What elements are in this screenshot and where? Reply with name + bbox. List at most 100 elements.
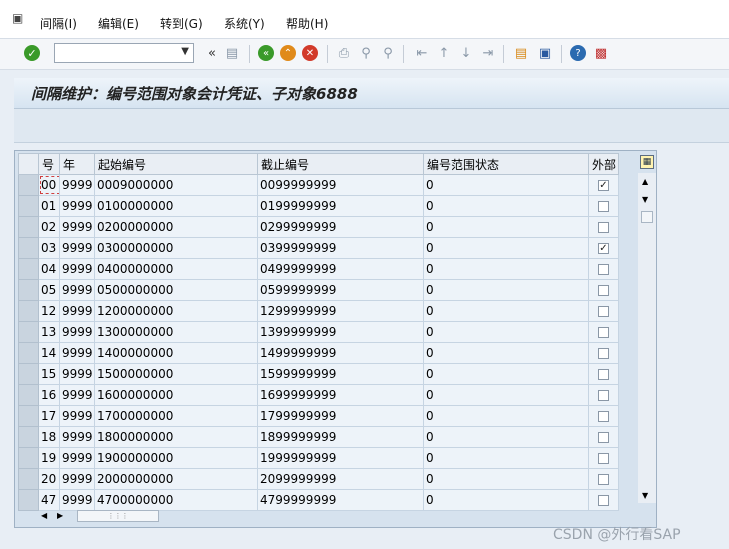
back-icon[interactable]: « <box>258 45 274 61</box>
scroll-left-icon[interactable]: ◀ <box>41 511 47 520</box>
row-selector[interactable] <box>18 279 39 301</box>
cell-from[interactable]: 0200000000 <box>94 216 258 238</box>
cell-from[interactable]: 4700000000 <box>94 489 258 511</box>
table-row[interactable]: 16 9999 1600000000 1699999999 0 <box>18 384 619 406</box>
cell-to[interactable]: 1799999999 <box>257 405 424 427</box>
external-checkbox[interactable] <box>598 306 609 317</box>
table-row[interactable]: 15 9999 1500000000 1599999999 0 <box>18 363 619 385</box>
cell-external[interactable] <box>588 342 619 364</box>
help-icon[interactable]: ? <box>570 45 586 61</box>
table-row[interactable]: 18 9999 1800000000 1899999999 0 <box>18 426 619 448</box>
row-selector[interactable] <box>18 384 39 406</box>
cell-external[interactable] <box>588 258 619 280</box>
cell-year[interactable]: 9999 <box>59 174 95 196</box>
cell-external[interactable] <box>588 279 619 301</box>
row-selector[interactable] <box>18 300 39 322</box>
cell-year[interactable]: 9999 <box>59 468 95 490</box>
row-selector[interactable] <box>18 342 39 364</box>
cell-year[interactable]: 9999 <box>59 405 95 427</box>
cell-from[interactable]: 1200000000 <box>94 300 258 322</box>
external-checkbox[interactable] <box>598 474 609 485</box>
horizontal-scroll-thumb[interactable]: ⋮⋮⋮ <box>77 510 159 522</box>
horizontal-scrollbar[interactable]: ◀ ▶ ⋮⋮⋮ <box>39 509 636 525</box>
row-selector[interactable] <box>18 216 39 238</box>
cell-status[interactable]: 0 <box>423 405 589 427</box>
cell-year[interactable]: 9999 <box>59 321 95 343</box>
cell-no[interactable]: 20 <box>38 468 60 490</box>
menu-help[interactable]: 帮助(H) <box>286 16 328 32</box>
row-selector[interactable] <box>18 489 39 511</box>
cell-to[interactable]: 1399999999 <box>257 321 424 343</box>
cell-to[interactable]: 0399999999 <box>257 237 424 259</box>
cell-year[interactable]: 9999 <box>59 447 95 469</box>
cell-to[interactable]: 1499999999 <box>257 342 424 364</box>
first-page-icon[interactable]: ⇤ <box>413 44 431 62</box>
external-checkbox-checked[interactable]: ✓ <box>598 243 609 254</box>
external-checkbox[interactable] <box>598 369 609 380</box>
external-checkbox[interactable] <box>598 327 609 338</box>
table-row[interactable]: 05 9999 0500000000 0599999999 0 <box>18 279 619 301</box>
last-page-icon[interactable]: ⇥ <box>479 44 497 62</box>
cell-year[interactable]: 9999 <box>59 384 95 406</box>
cell-from[interactable]: 1600000000 <box>94 384 258 406</box>
cell-no[interactable]: 47 <box>38 489 60 511</box>
cell-year[interactable]: 9999 <box>59 216 95 238</box>
cell-no[interactable]: 13 <box>38 321 60 343</box>
row-selector-header[interactable] <box>18 153 39 175</box>
external-checkbox[interactable] <box>598 201 609 212</box>
cell-from[interactable]: 0100000000 <box>94 195 258 217</box>
cell-no[interactable]: 01 <box>38 195 60 217</box>
cancel-icon[interactable]: ✕ <box>302 45 318 61</box>
external-checkbox[interactable] <box>598 348 609 359</box>
menu-system[interactable]: 系统(Y) <box>224 16 265 32</box>
cell-year[interactable]: 9999 <box>59 342 95 364</box>
cell-from[interactable]: 1700000000 <box>94 405 258 427</box>
cell-external[interactable]: ✓ <box>588 237 619 259</box>
row-selector[interactable] <box>18 468 39 490</box>
layout-icon[interactable]: ▩ <box>592 44 610 62</box>
cell-to[interactable]: 1599999999 <box>257 363 424 385</box>
menu-toggle-icon[interactable]: ▣ <box>12 12 26 24</box>
table-row[interactable]: 03 9999 0300000000 0399999999 0 ✓ <box>18 237 619 259</box>
row-selector[interactable] <box>18 363 39 385</box>
cell-year[interactable]: 9999 <box>59 279 95 301</box>
external-checkbox[interactable] <box>598 453 609 464</box>
cell-external[interactable] <box>588 216 619 238</box>
cell-from[interactable]: 0500000000 <box>94 279 258 301</box>
cell-to[interactable]: 1899999999 <box>257 426 424 448</box>
cell-year[interactable]: 9999 <box>59 363 95 385</box>
table-row[interactable]: 12 9999 1200000000 1299999999 0 <box>18 300 619 322</box>
table-row[interactable]: 17 9999 1700000000 1799999999 0 <box>18 405 619 427</box>
cell-from[interactable]: 0400000000 <box>94 258 258 280</box>
cell-external[interactable] <box>588 405 619 427</box>
menu-interval[interactable]: 间隔(I) <box>40 16 77 32</box>
print-icon[interactable]: ⎙ <box>335 44 353 62</box>
cell-external[interactable] <box>588 300 619 322</box>
cell-status[interactable]: 0 <box>423 321 589 343</box>
cell-status[interactable]: 0 <box>423 174 589 196</box>
cell-status[interactable]: 0 <box>423 279 589 301</box>
external-checkbox[interactable] <box>598 222 609 233</box>
row-selector[interactable] <box>18 426 39 448</box>
cell-status[interactable]: 0 <box>423 384 589 406</box>
row-selector[interactable] <box>18 237 39 259</box>
cell-to[interactable]: 0199999999 <box>257 195 424 217</box>
vertical-scrollbar[interactable]: ▲ ▼ ▼ <box>638 173 656 503</box>
next-page-icon[interactable]: ↓ <box>457 44 475 62</box>
table-row[interactable]: 02 9999 0200000000 0299999999 0 <box>18 216 619 238</box>
chevron-down-icon[interactable]: ▼ <box>181 46 189 57</box>
cell-no[interactable]: 14 <box>38 342 60 364</box>
cell-external[interactable] <box>588 426 619 448</box>
cell-status[interactable]: 0 <box>423 237 589 259</box>
collapse-command-icon[interactable]: « <box>203 44 221 62</box>
cell-year[interactable]: 9999 <box>59 195 95 217</box>
cell-to[interactable]: 0099999999 <box>257 174 424 196</box>
cell-year[interactable]: 9999 <box>59 300 95 322</box>
cell-status[interactable]: 0 <box>423 489 589 511</box>
table-row[interactable]: 14 9999 1400000000 1499999999 0 <box>18 342 619 364</box>
cell-status[interactable]: 0 <box>423 342 589 364</box>
cell-external[interactable] <box>588 468 619 490</box>
table-row[interactable]: 01 9999 0100000000 0199999999 0 <box>18 195 619 217</box>
save-icon[interactable]: ▤ <box>223 44 241 62</box>
table-settings-icon[interactable]: ▦ <box>640 155 654 169</box>
